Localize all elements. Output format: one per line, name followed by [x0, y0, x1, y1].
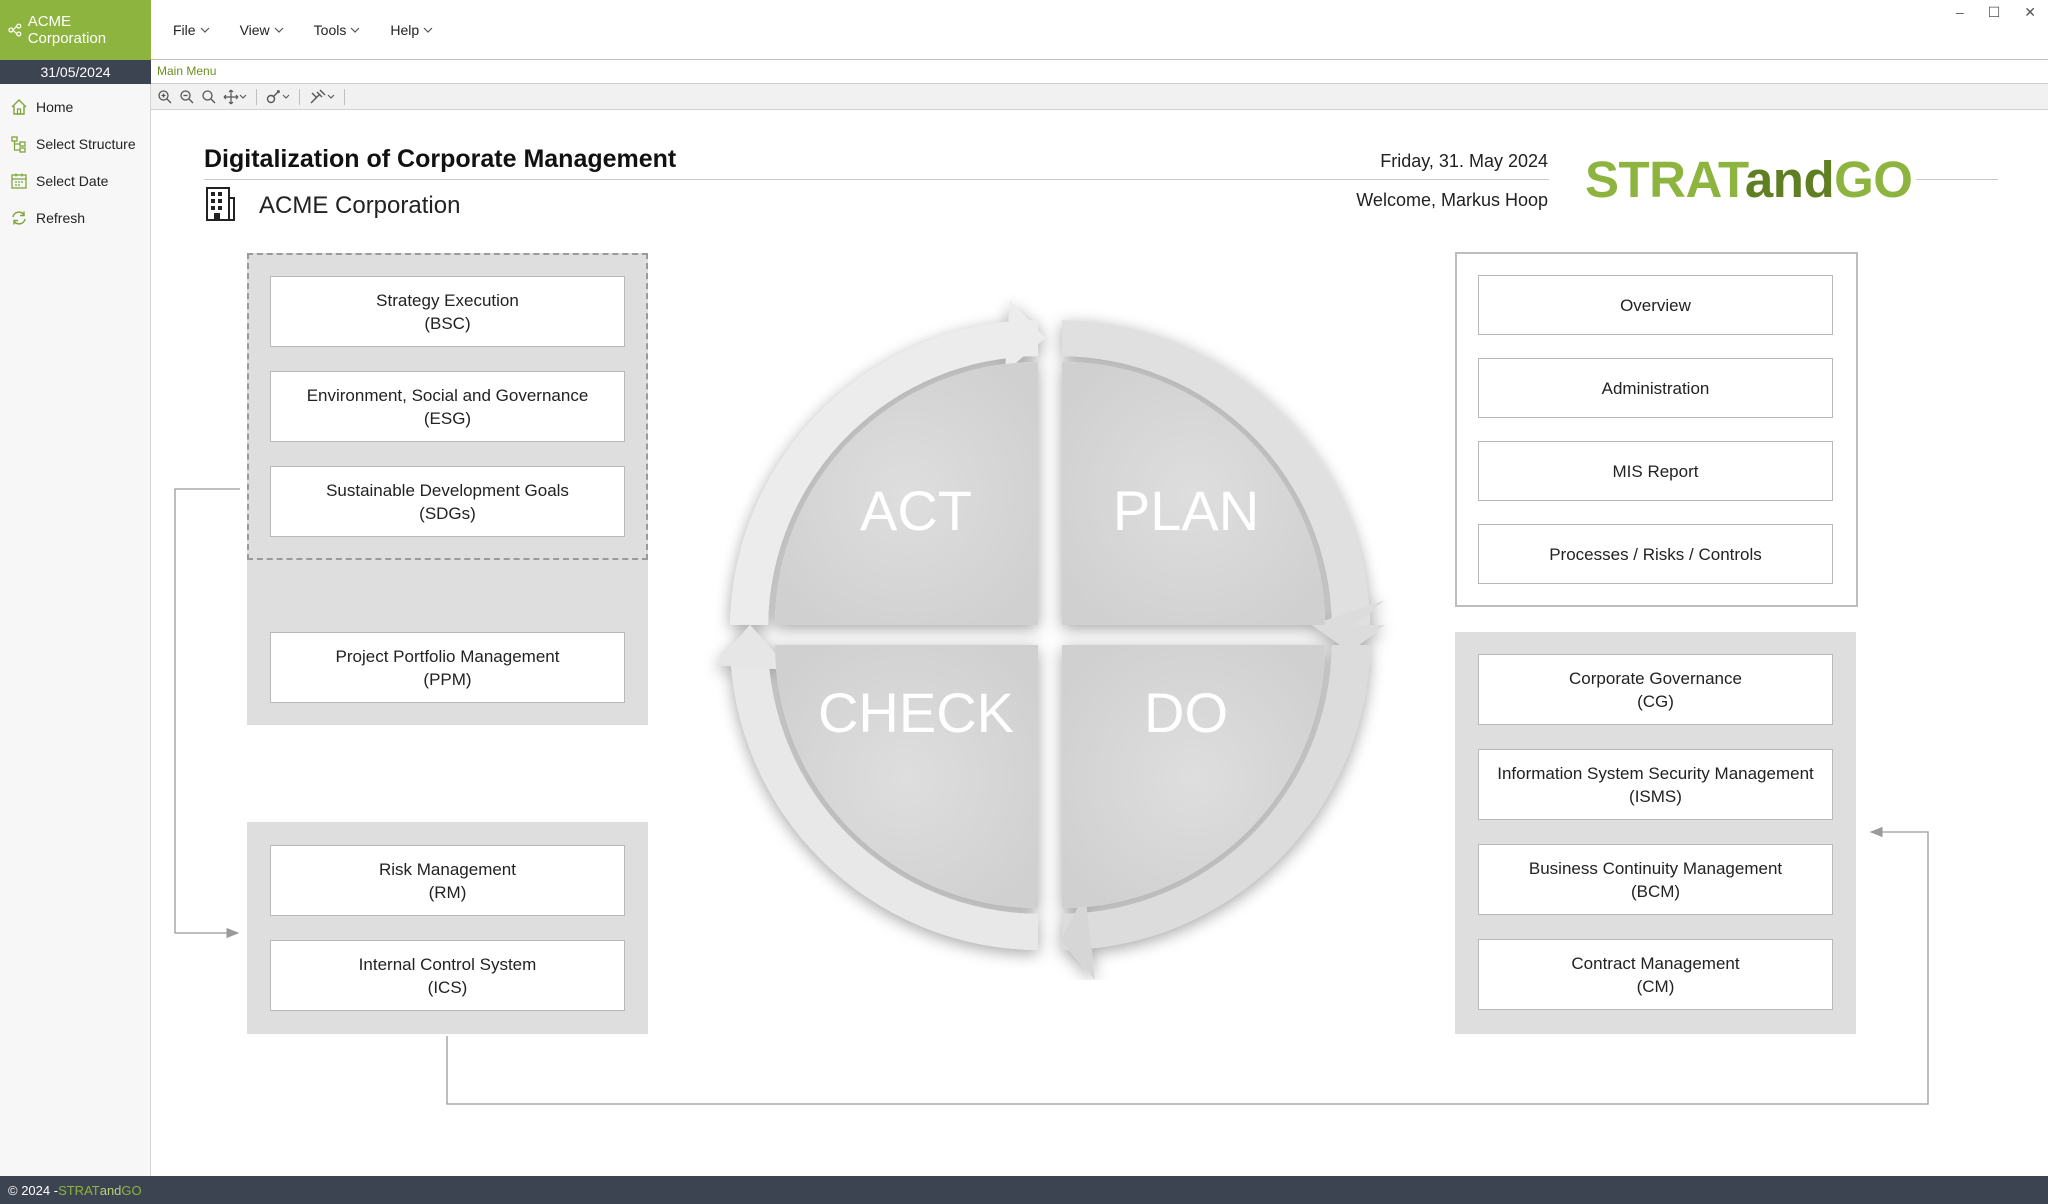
button-title: MIS Report	[1612, 461, 1699, 481]
ppm-button[interactable]: Project Portfolio Management (PPM)	[270, 632, 625, 703]
mis-report-button[interactable]: MIS Report	[1478, 441, 1833, 501]
button-abbr: (ESG)	[423, 408, 472, 428]
footer-brand-and: and	[99, 1182, 122, 1198]
button-title: Sustainable Development Goals	[326, 480, 569, 500]
sdgs-button[interactable]: Sustainable Development Goals (SDGs)	[270, 466, 625, 537]
button-title: Contract Management	[1571, 953, 1740, 973]
button-title: Business Continuity Management	[1528, 858, 1783, 878]
button-title: Environment, Social and Governance	[306, 385, 589, 405]
bcm-button[interactable]: Business Continuity Management (BCM)	[1478, 844, 1833, 915]
pdca-cycle: ACT PLAN CHECK DO	[715, 300, 1385, 980]
button-abbr: (SDGs)	[419, 503, 476, 523]
cycle-do-label: DO	[1144, 681, 1228, 744]
status-bar: © 2024 - STRAT and GO	[0, 1176, 2048, 1204]
administration-button[interactable]: Administration	[1478, 358, 1833, 418]
button-title: Information System Security Management	[1497, 763, 1814, 783]
button-abbr: (BSC)	[424, 313, 471, 333]
isms-button[interactable]: Information System Security Management (I…	[1478, 749, 1833, 820]
button-abbr: (BCM)	[1630, 881, 1681, 901]
button-title: Corporate Governance	[1569, 668, 1742, 688]
overview-button[interactable]: Overview	[1478, 275, 1833, 335]
button-title: Strategy Execution	[376, 290, 519, 310]
button-title: Risk Management	[378, 859, 516, 879]
strategy-execution-button[interactable]: Strategy Execution (BSC)	[270, 276, 625, 347]
button-title: Internal Control System	[358, 954, 537, 974]
copyright-text: © 2024 -	[8, 1182, 59, 1198]
esg-button[interactable]: Environment, Social and Governance (ESG)	[270, 371, 625, 442]
cycle-check-label: CHECK	[818, 681, 1014, 744]
corporate-governance-button[interactable]: Corporate Governance (CG)	[1478, 654, 1833, 725]
cycle-plan-label: PLAN	[1113, 479, 1259, 542]
contract-management-button[interactable]: Contract Management (CM)	[1478, 939, 1833, 1010]
cycle-act-label: ACT	[860, 479, 972, 542]
button-abbr: (PPM)	[423, 669, 472, 689]
footer-brand-strat: STRAT	[58, 1182, 100, 1198]
button-abbr: (CG)	[1637, 691, 1674, 711]
risk-management-button[interactable]: Risk Management (RM)	[270, 845, 625, 916]
internal-control-system-button[interactable]: Internal Control System (ICS)	[270, 940, 625, 1011]
footer-brand-go: GO	[121, 1182, 142, 1198]
button-title: Administration	[1601, 378, 1710, 398]
processes-risks-controls-button[interactable]: Processes / Risks / Controls	[1478, 524, 1833, 584]
button-title: Processes / Risks / Controls	[1549, 544, 1762, 564]
button-abbr: (ISMS)	[1629, 786, 1682, 806]
button-title: Overview	[1620, 295, 1691, 315]
button-abbr: (RM)	[428, 882, 467, 902]
button-abbr: (ICS)	[427, 977, 468, 997]
button-title: Project Portfolio Management	[335, 646, 560, 666]
button-abbr: (CM)	[1636, 976, 1675, 996]
